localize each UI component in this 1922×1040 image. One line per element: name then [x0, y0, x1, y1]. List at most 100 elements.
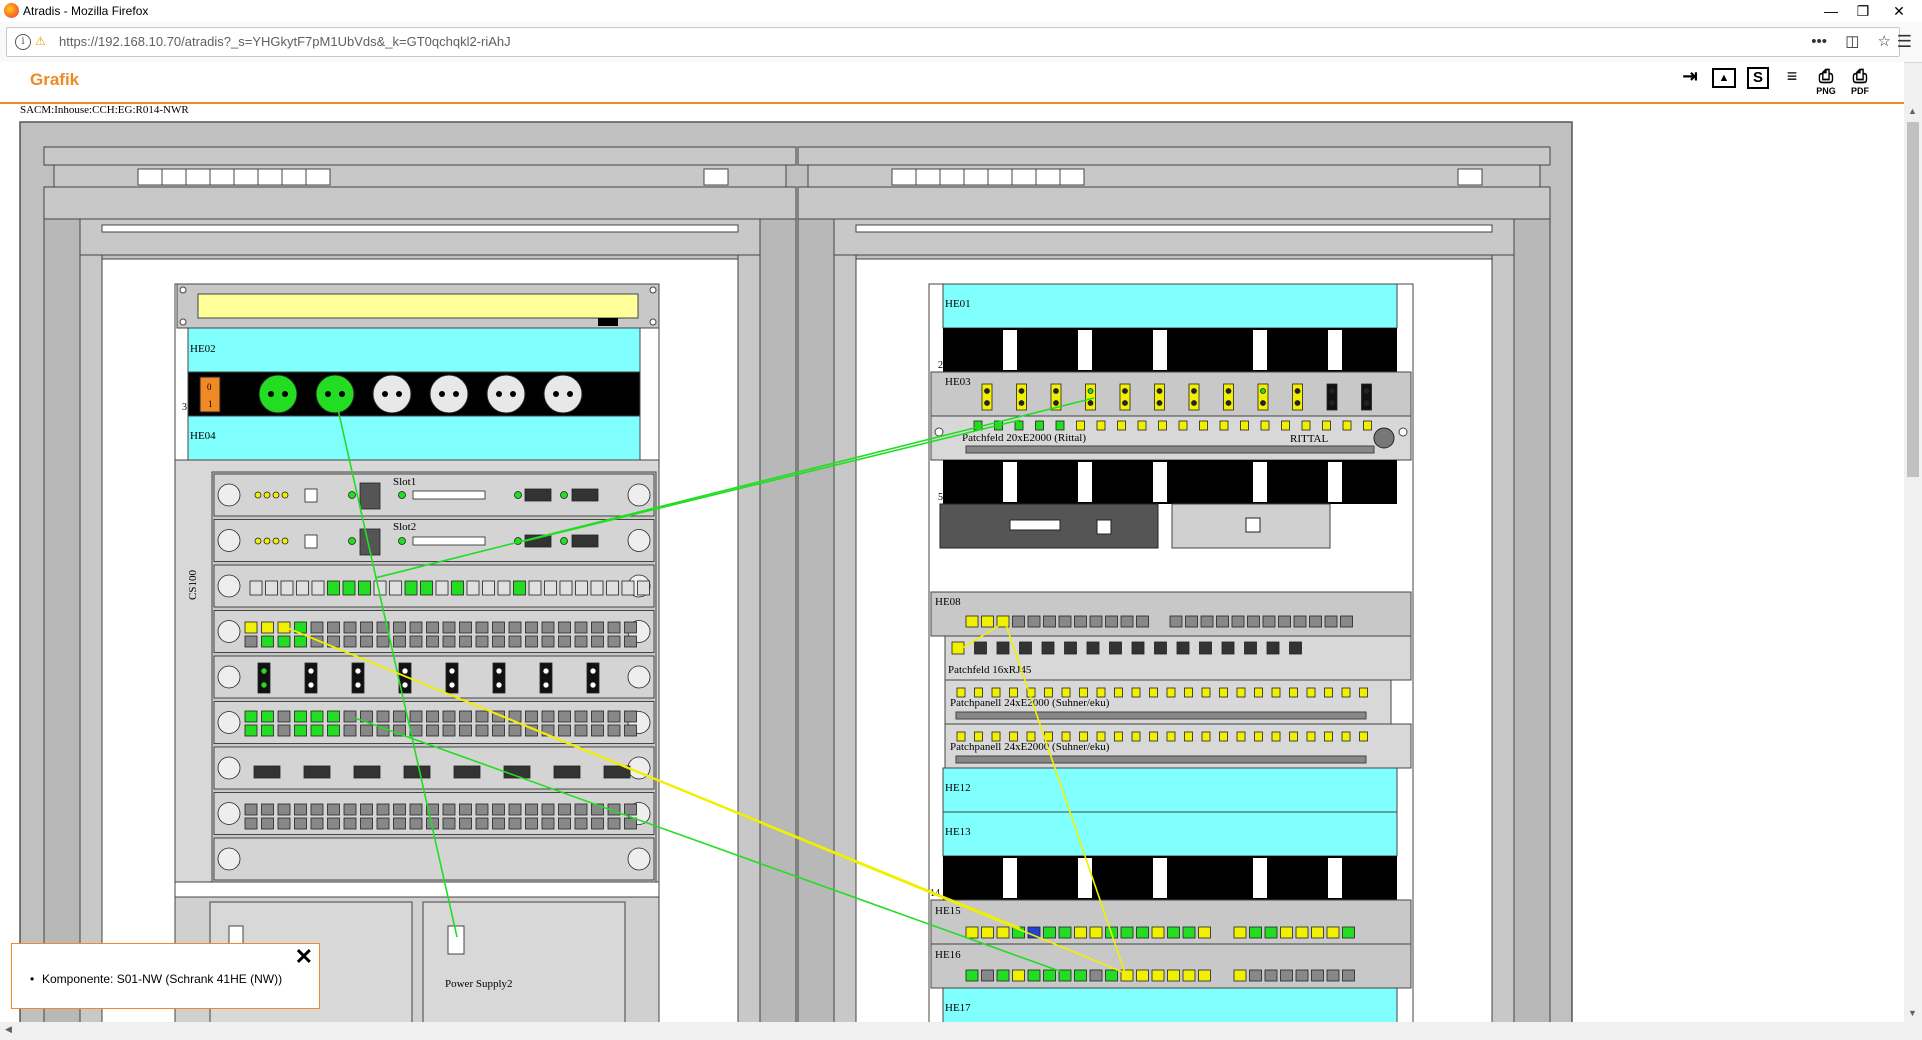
port[interactable] [1264, 926, 1278, 939]
port[interactable] [1131, 641, 1145, 655]
port[interactable] [591, 621, 604, 634]
port[interactable] [482, 580, 495, 596]
port[interactable] [1027, 969, 1041, 982]
port[interactable] [607, 724, 621, 737]
port[interactable] [1260, 420, 1270, 431]
port[interactable] [442, 621, 456, 634]
port[interactable] [1264, 969, 1278, 982]
port[interactable] [1198, 969, 1211, 982]
port[interactable] [492, 635, 505, 648]
port[interactable] [1281, 420, 1290, 431]
port[interactable] [590, 580, 604, 596]
port[interactable] [304, 662, 318, 694]
port[interactable] [342, 580, 356, 596]
port[interactable] [1200, 615, 1214, 628]
port[interactable] [973, 420, 983, 431]
port[interactable] [1361, 383, 1372, 411]
port[interactable] [393, 803, 406, 816]
port[interactable] [508, 817, 522, 830]
port[interactable] [1105, 615, 1118, 628]
port[interactable] [1324, 687, 1333, 698]
port[interactable] [525, 817, 538, 830]
port[interactable] [1247, 615, 1260, 628]
port[interactable] [1043, 615, 1056, 628]
port[interactable] [574, 817, 588, 830]
port[interactable] [591, 724, 604, 737]
port[interactable] [442, 710, 456, 723]
port[interactable] [1079, 731, 1088, 742]
port[interactable] [981, 926, 994, 939]
port[interactable] [541, 710, 555, 723]
port[interactable] [1359, 731, 1368, 742]
port[interactable] [1089, 615, 1103, 628]
port[interactable] [244, 803, 258, 816]
port[interactable] [1041, 641, 1055, 655]
port[interactable] [343, 803, 357, 816]
port[interactable] [1061, 731, 1071, 742]
port[interactable] [403, 765, 431, 779]
port[interactable] [513, 580, 526, 596]
port[interactable] [965, 969, 979, 982]
port[interactable] [409, 635, 423, 648]
page-actions-icon[interactable]: ••• [1811, 33, 1827, 50]
power-socket[interactable] [258, 374, 298, 414]
port[interactable] [508, 803, 522, 816]
port[interactable] [1089, 969, 1103, 982]
port[interactable] [1201, 687, 1211, 698]
port[interactable] [1117, 420, 1126, 431]
port[interactable] [1120, 926, 1134, 939]
port[interactable] [353, 765, 381, 779]
port[interactable] [497, 580, 511, 596]
port[interactable] [1105, 969, 1118, 982]
port[interactable] [1176, 641, 1190, 655]
port[interactable] [1322, 420, 1331, 431]
port[interactable] [1182, 969, 1196, 982]
port[interactable] [525, 803, 538, 816]
port[interactable] [412, 536, 486, 546]
port[interactable] [393, 817, 406, 830]
port[interactable] [1289, 641, 1302, 655]
port[interactable] [574, 635, 588, 648]
port[interactable] [1120, 615, 1134, 628]
port[interactable] [310, 621, 324, 634]
port[interactable] [442, 724, 456, 737]
port[interactable] [304, 488, 318, 503]
port[interactable] [327, 621, 340, 634]
port[interactable] [327, 580, 340, 596]
port[interactable] [442, 803, 456, 816]
port[interactable] [1064, 641, 1077, 655]
port[interactable] [343, 724, 357, 737]
port[interactable] [310, 817, 324, 830]
port[interactable] [1076, 420, 1085, 431]
port[interactable] [541, 635, 555, 648]
port[interactable] [981, 615, 994, 628]
port[interactable] [1074, 969, 1087, 982]
port[interactable] [459, 724, 472, 737]
port[interactable] [404, 580, 418, 596]
port[interactable] [244, 817, 258, 830]
port[interactable] [409, 817, 423, 830]
port[interactable] [1326, 383, 1338, 411]
port[interactable] [1271, 687, 1281, 698]
port[interactable] [1262, 615, 1276, 628]
port[interactable] [1136, 969, 1149, 982]
port[interactable] [996, 926, 1010, 939]
vertical-scrollbar[interactable]: ▲ ▼ [1904, 100, 1922, 1022]
port[interactable] [1136, 615, 1149, 628]
port[interactable] [1201, 731, 1211, 742]
port[interactable] [1219, 731, 1228, 742]
port[interactable] [244, 710, 258, 723]
port[interactable] [624, 621, 637, 634]
port[interactable] [956, 687, 966, 698]
port[interactable] [420, 580, 433, 596]
port[interactable] [574, 621, 588, 634]
port[interactable] [1109, 641, 1122, 655]
port[interactable] [459, 635, 472, 648]
port[interactable] [558, 635, 571, 648]
port[interactable] [981, 969, 994, 982]
port[interactable] [244, 621, 258, 634]
port[interactable] [571, 534, 599, 548]
port[interactable] [1363, 420, 1372, 431]
port[interactable] [574, 710, 588, 723]
port[interactable] [343, 817, 357, 830]
